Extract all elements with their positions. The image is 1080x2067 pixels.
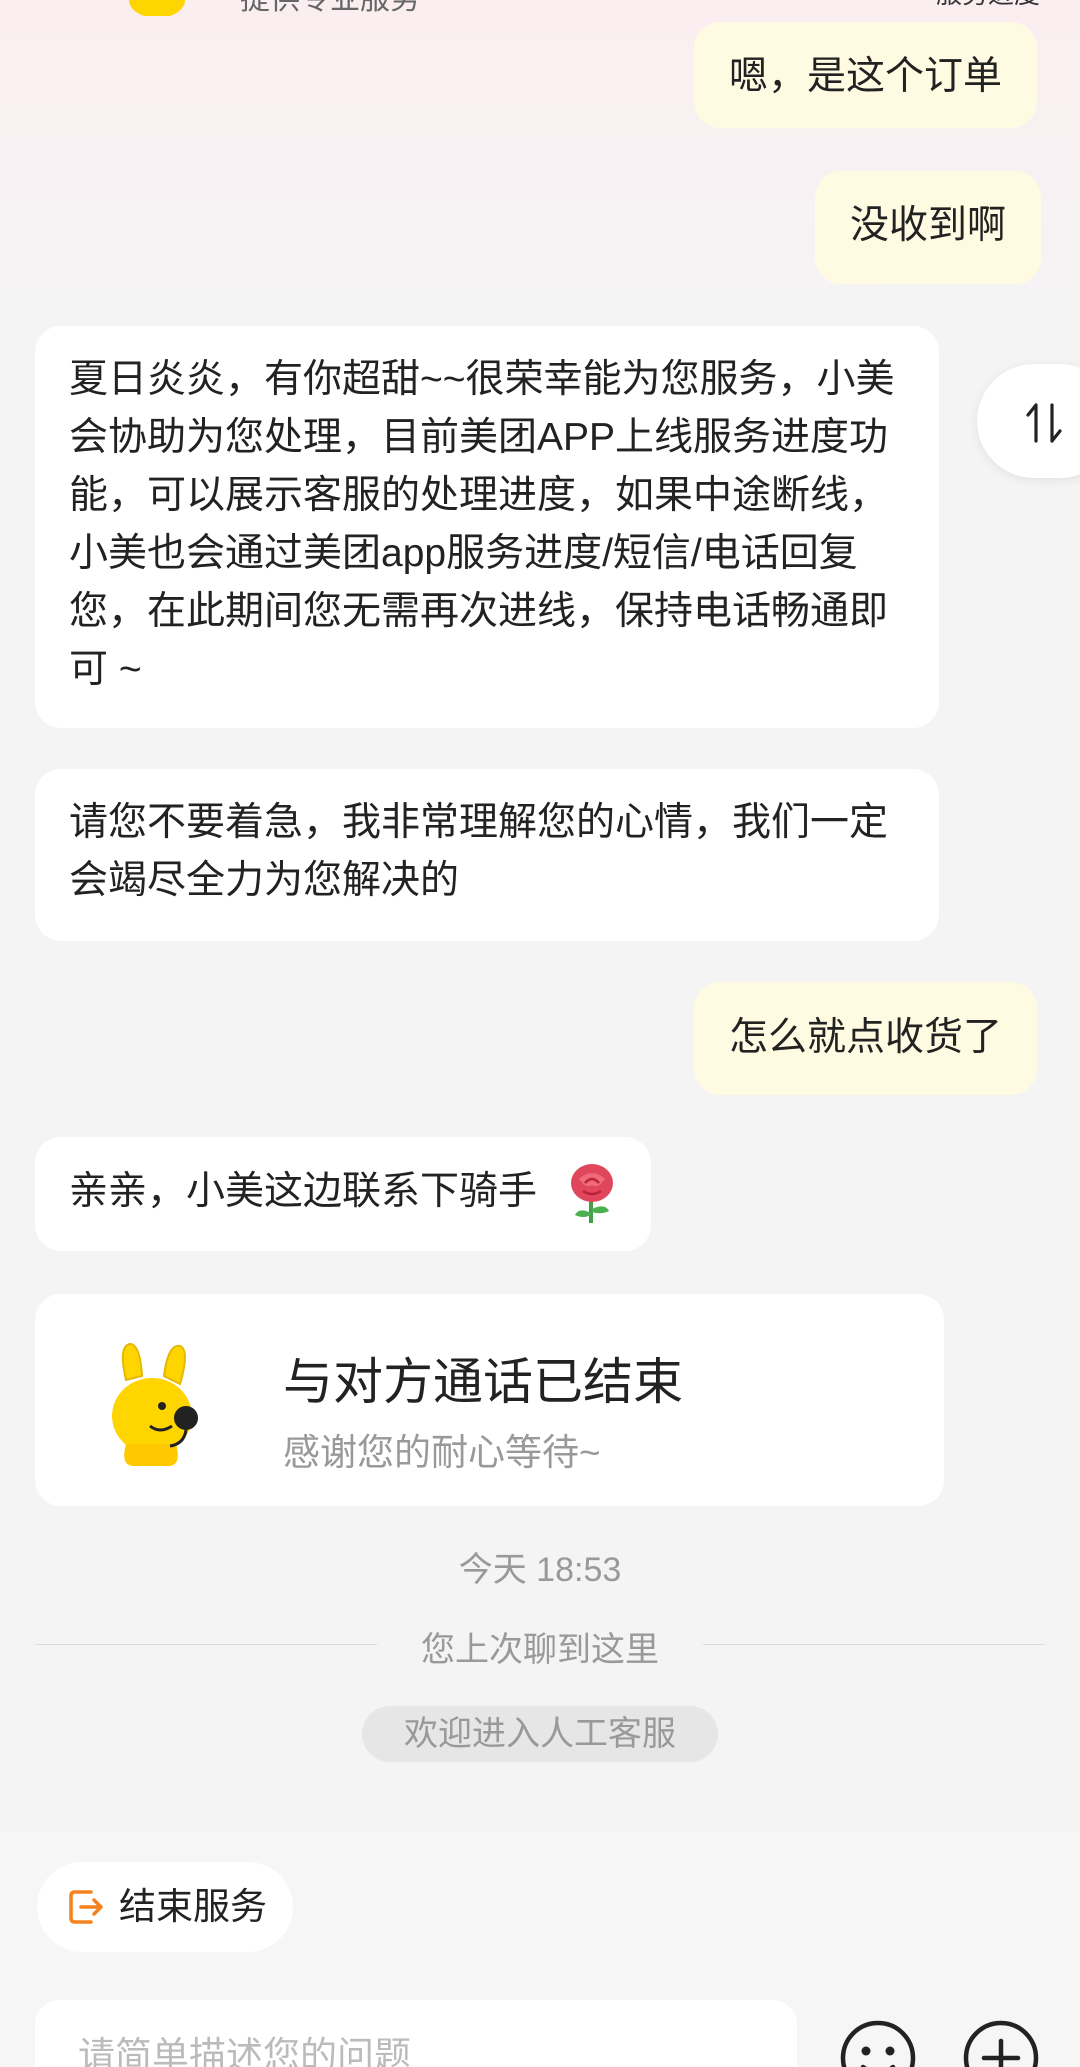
message-text: 请您不要着急，我非常理解您的心情，我们一定会竭尽全力为您解决的 bbox=[69, 801, 889, 902]
bottom-input-panel: 结束服务 bbox=[0, 1832, 1080, 2067]
last-read-divider: 您上次聊到这里 bbox=[35, 1622, 1045, 1669]
mascot-headset-icon bbox=[112, 1342, 198, 1466]
end-service-label: 结束服务 bbox=[119, 1886, 267, 1927]
header-subtitle: 提供专业服务 bbox=[240, 0, 420, 18]
chat-header: 提供专业服务 服务进度 bbox=[0, 0, 1080, 16]
message-text: 嗯，是这个订单 bbox=[729, 55, 1003, 98]
service-progress-link[interactable]: 服务进度 bbox=[936, 0, 1040, 11]
call-ended-title: 与对方通话已结束 bbox=[283, 1354, 683, 1410]
call-ended-subtitle: 感谢您的耐心等待~ bbox=[283, 1432, 601, 1473]
message-input[interactable] bbox=[78, 2026, 758, 2067]
message-text: 怎么就点收货了 bbox=[729, 1016, 1003, 1059]
message-text: 亲亲，小美这边联系下骑手 bbox=[69, 1170, 538, 1213]
user-message: 怎么就点收货了 bbox=[694, 982, 1038, 1095]
rose-icon bbox=[571, 1164, 613, 1223]
plus-icon[interactable] bbox=[962, 2019, 1040, 2067]
message-text: 夏日炎炎，有你超甜~~很荣幸能为您服务，小美会协助为您处理，目前美团APP上线服… bbox=[69, 358, 895, 691]
sort-toggle-button[interactable] bbox=[977, 364, 1080, 478]
message-text: 没收到啊 bbox=[850, 204, 1007, 247]
call-ended-card: 与对方通话已结束 感谢您的耐心等待~ bbox=[35, 1294, 944, 1506]
agent-message: 亲亲，小美这边联系下骑手 bbox=[35, 1137, 651, 1251]
message-input-box[interactable] bbox=[35, 2000, 797, 2067]
sort-arrows-icon bbox=[1026, 403, 1062, 443]
emoji-icon[interactable] bbox=[839, 2019, 917, 2067]
system-notice: 欢迎进入人工客服 bbox=[362, 1706, 718, 1762]
agent-message: 夏日炎炎，有你超甜~~很荣幸能为您服务，小美会协助为您处理，目前美团APP上线服… bbox=[35, 326, 939, 728]
agent-message: 请您不要着急，我非常理解您的心情，我们一定会竭尽全力为您解决的 bbox=[35, 769, 939, 941]
exit-icon bbox=[69, 1890, 103, 1924]
header-mascot-avatar bbox=[129, 0, 185, 16]
message-timestamp: 今天 18:53 bbox=[458, 1551, 622, 1589]
user-message: 没收到啊 bbox=[815, 171, 1042, 284]
end-service-button[interactable]: 结束服务 bbox=[37, 1862, 293, 1952]
user-message: 嗯，是这个订单 bbox=[694, 22, 1038, 128]
last-read-label: 您上次聊到这里 bbox=[421, 1631, 659, 1669]
